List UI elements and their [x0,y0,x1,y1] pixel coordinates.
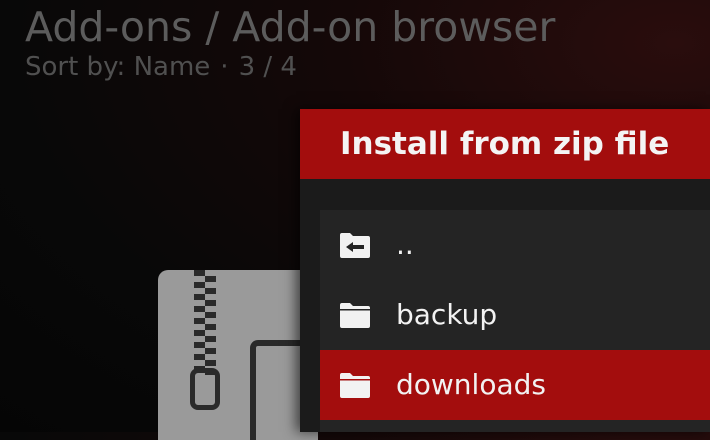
separator: · [220,52,229,82]
zipper-pull [190,368,220,410]
install-from-zip-dialog: Install from zip file .. backup download… [300,109,710,432]
page-title: Add-ons / Add-on browser [25,3,556,51]
file-label: downloads [396,368,546,401]
list-item-downloads[interactable]: downloads [320,350,710,420]
zip-archive-icon [158,270,318,440]
file-label: .. [396,228,414,261]
zipper-teeth [194,270,216,375]
item-position: 3 / 4 [238,52,297,82]
folder-back-icon [340,233,370,258]
file-list[interactable]: .. backup downloads [320,210,710,432]
dialog-header: Install from zip file [300,109,710,179]
folder-icon [340,303,370,328]
folder-icon [340,373,370,398]
file-label: backup [396,298,498,331]
dialog-title: Install from zip file [340,126,670,162]
sort-info: Sort by: Name · 3 / 4 [25,50,297,84]
list-item-backup[interactable]: backup [320,280,710,350]
list-item-parent[interactable]: .. [320,210,710,280]
sort-label: Sort by: Name [25,52,211,82]
